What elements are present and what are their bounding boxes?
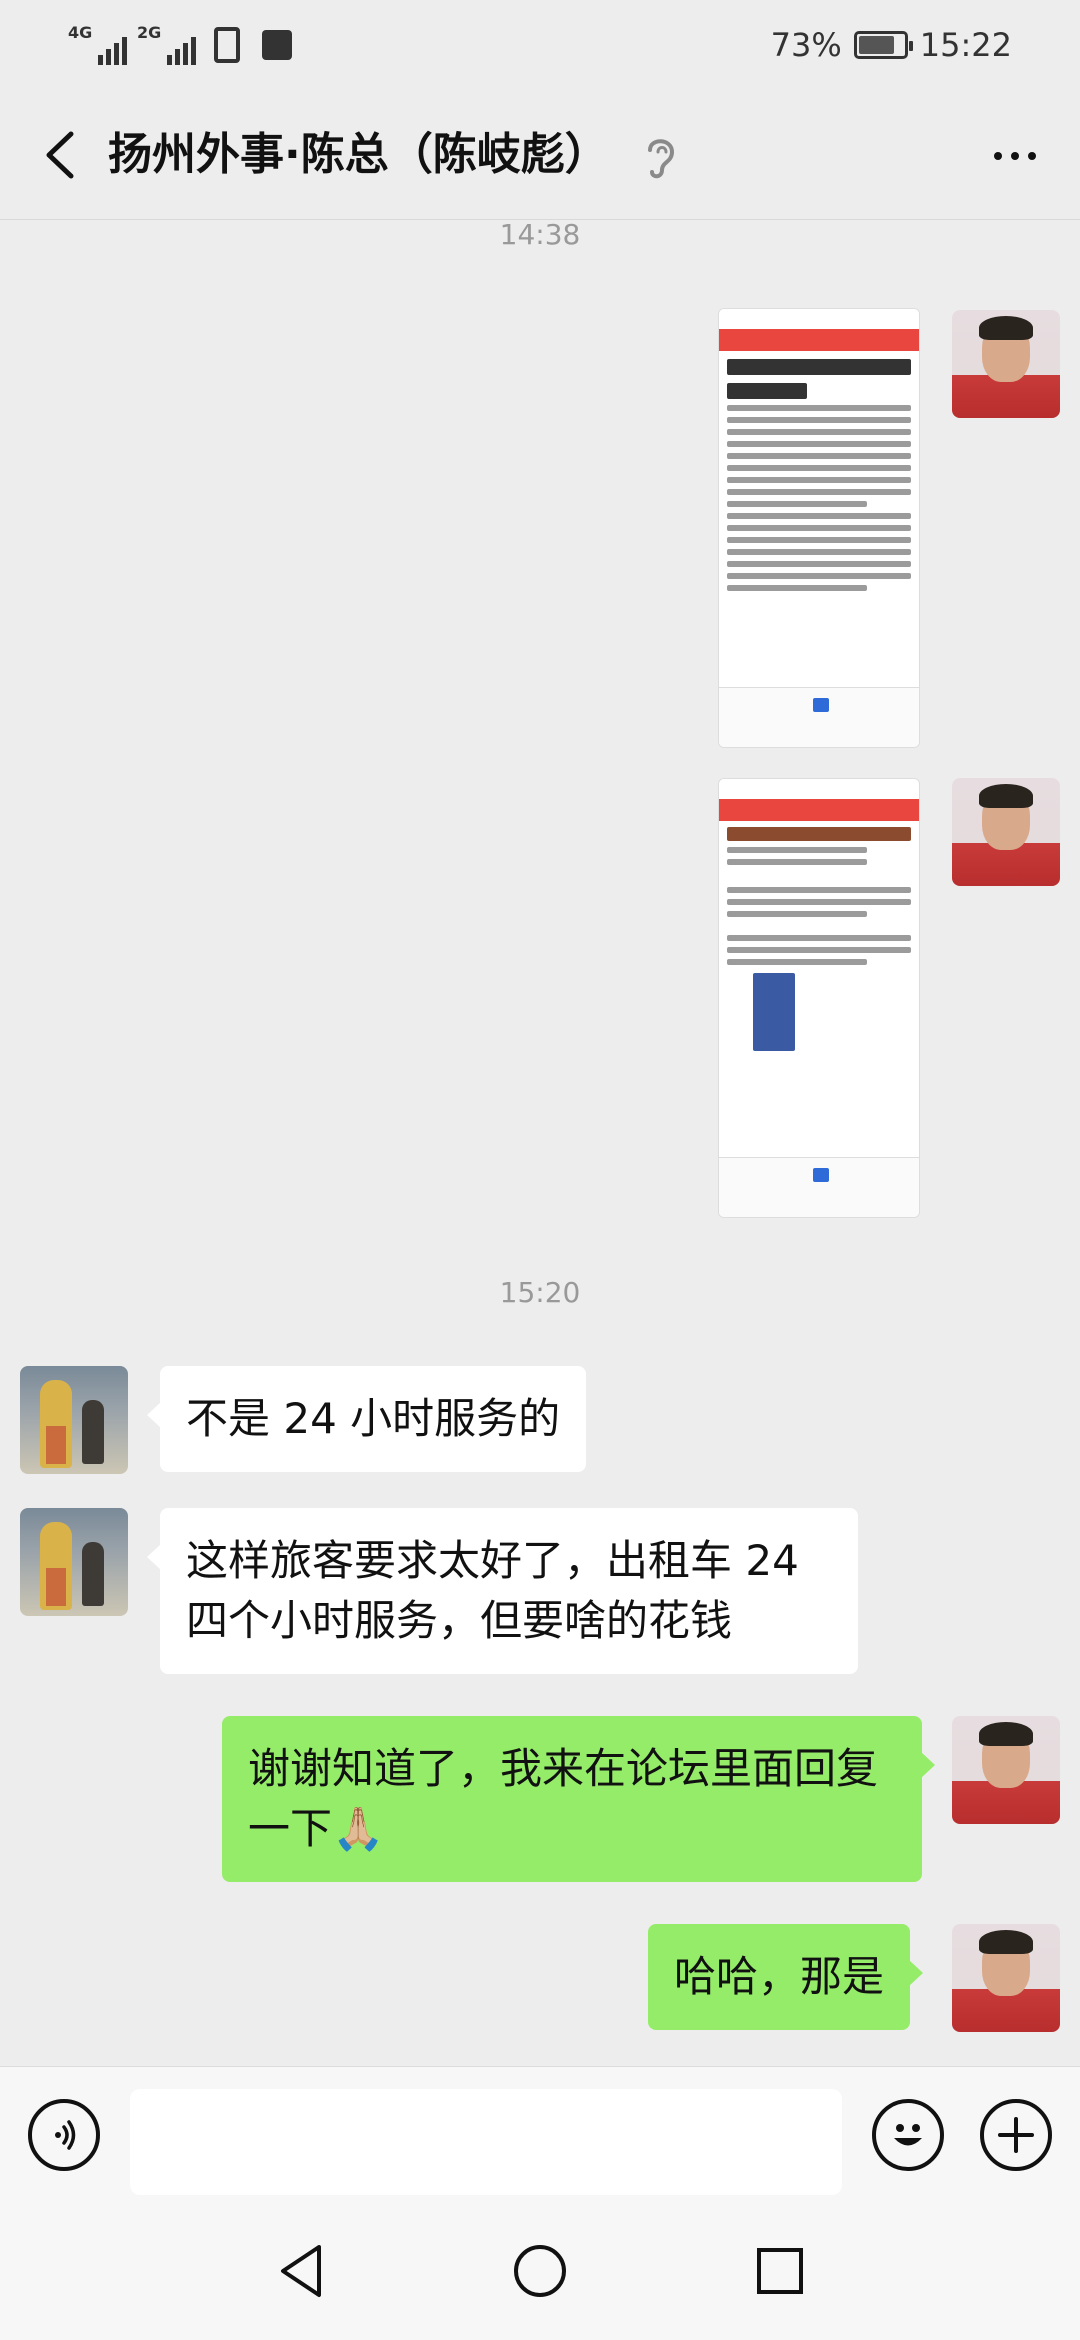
status-bar: 4G 2G 73% 15:22 <box>0 0 1080 90</box>
back-arrow-icon <box>46 131 74 179</box>
nav-back-button[interactable] <box>266 2236 336 2306</box>
image-message-forum-post[interactable] <box>718 308 920 748</box>
vibrate-icon <box>214 27 240 63</box>
signal-4g-icon: 4G <box>68 25 127 65</box>
contact-avatar[interactable] <box>20 1366 128 1474</box>
more-button[interactable] <box>980 128 1050 184</box>
battery-percent: 73% <box>770 26 842 64</box>
message-input[interactable] <box>130 2089 842 2195</box>
more-icon <box>994 152 1002 160</box>
chat-header: 扬州外事·陈总（陈岐彪） <box>0 90 1080 220</box>
input-bar <box>0 2066 1080 2202</box>
voice-icon <box>55 2120 76 2150</box>
timestamp: 15:20 <box>499 1276 581 1309</box>
nav-recents-icon <box>757 2248 803 2294</box>
battery-icon <box>853 31 913 59</box>
emoji-button[interactable] <box>872 2099 944 2171</box>
nav-home-icon <box>514 2245 566 2297</box>
received-message[interactable]: 这样旅客要求太好了，出租车 24 四个小时服务，但要啥的花钱 <box>147 1508 858 1674</box>
sent-message[interactable]: 哈哈，那是 <box>648 1924 924 2030</box>
timestamp: 14:38 <box>499 218 581 251</box>
battery-fill <box>858 36 894 54</box>
received-message[interactable]: 不是 24 小时服务的 <box>146 1366 587 1472</box>
nav-back-icon <box>281 2245 321 2297</box>
voice-button[interactable] <box>28 2099 100 2171</box>
chat-title: 扬州外事·陈总（陈岐彪） <box>108 129 609 180</box>
clock: 15:22 <box>919 26 1012 64</box>
activity-icon <box>262 30 292 60</box>
plus-icon <box>998 2117 1034 2153</box>
status-bar-left: 4G 2G <box>68 22 292 68</box>
nav-recents-button[interactable] <box>745 2236 815 2306</box>
nav-home-button[interactable] <box>505 2236 575 2306</box>
my-avatar[interactable] <box>952 310 1060 418</box>
contact-avatar[interactable] <box>20 1508 128 1616</box>
my-avatar[interactable] <box>952 778 1060 886</box>
my-avatar[interactable] <box>952 1924 1060 2032</box>
status-bar-right: 73% 15:22 <box>771 22 1012 68</box>
sent-message[interactable]: 谢谢知道了，我来在论坛里面回复一下🙏🏼 <box>222 1716 935 1882</box>
plus-button[interactable] <box>980 2099 1052 2171</box>
image-message-forum-replies[interactable] <box>718 778 920 1218</box>
back-button[interactable] <box>30 125 90 185</box>
my-avatar[interactable] <box>952 1716 1060 1824</box>
signal-2g-icon: 2G <box>137 25 196 65</box>
emoji-icon <box>894 2124 922 2146</box>
ear-icon <box>640 132 680 182</box>
system-nav-bar <box>0 2202 1080 2340</box>
